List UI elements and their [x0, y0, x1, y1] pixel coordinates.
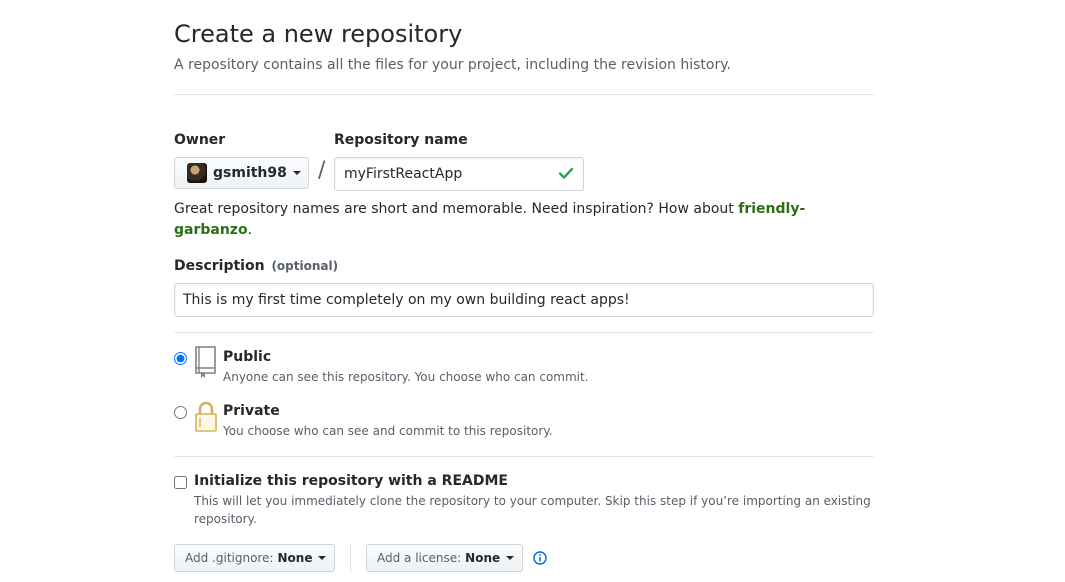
owner-dropdown[interactable]: gsmith98 — [174, 157, 309, 189]
header-divider — [174, 94, 874, 95]
owner-username: gsmith98 — [213, 165, 287, 181]
page-subtitle: A repository contains all the files for … — [174, 57, 731, 73]
public-note: Anyone can see this repository. You choo… — [223, 370, 589, 384]
caret-down-icon — [292, 171, 301, 175]
page-title: Create a new repository — [174, 20, 463, 48]
readme-note: This will let you immediately clone the … — [194, 494, 871, 526]
description-label-text: Description — [174, 258, 265, 274]
private-title: Private — [223, 403, 280, 419]
public-radio[interactable] — [174, 352, 187, 365]
description-input[interactable] — [174, 283, 874, 317]
gitignore-select[interactable]: Add .gitignore: None — [174, 544, 335, 572]
description-optional-text: (optional) — [271, 259, 339, 273]
description-divider — [174, 332, 874, 333]
caret-down-icon — [318, 556, 327, 560]
select-divider — [350, 544, 351, 572]
lock-icon — [195, 401, 217, 432]
hint-suffix: . — [247, 222, 253, 238]
check-icon — [558, 167, 574, 179]
license-value: None — [465, 551, 501, 565]
description-label: Description (optional) — [174, 258, 338, 274]
gitignore-value: None — [277, 551, 313, 565]
owner-repo-separator: / — [318, 158, 326, 183]
public-title: Public — [223, 349, 272, 365]
owner-label: Owner — [174, 132, 226, 148]
hint-text: Great repository names are short and mem… — [174, 201, 739, 217]
license-prefix: Add a license: — [377, 551, 462, 565]
caret-down-icon — [506, 556, 515, 560]
private-note: You choose who can see and commit to thi… — [223, 424, 553, 438]
repo-book-icon — [195, 346, 216, 378]
private-radio[interactable] — [174, 406, 187, 419]
repository-name-label: Repository name — [334, 132, 468, 148]
license-select[interactable]: Add a license: None — [366, 544, 523, 572]
info-icon[interactable] — [533, 551, 547, 565]
visibility-divider — [174, 456, 874, 457]
repository-name-hint: Great repository names are short and mem… — [174, 199, 854, 241]
readme-checkbox[interactable] — [174, 476, 187, 489]
repository-name-input[interactable] — [334, 157, 584, 191]
avatar — [187, 163, 207, 183]
gitignore-prefix: Add .gitignore: — [185, 551, 274, 565]
readme-title: Initialize this repository with a README — [194, 473, 508, 489]
